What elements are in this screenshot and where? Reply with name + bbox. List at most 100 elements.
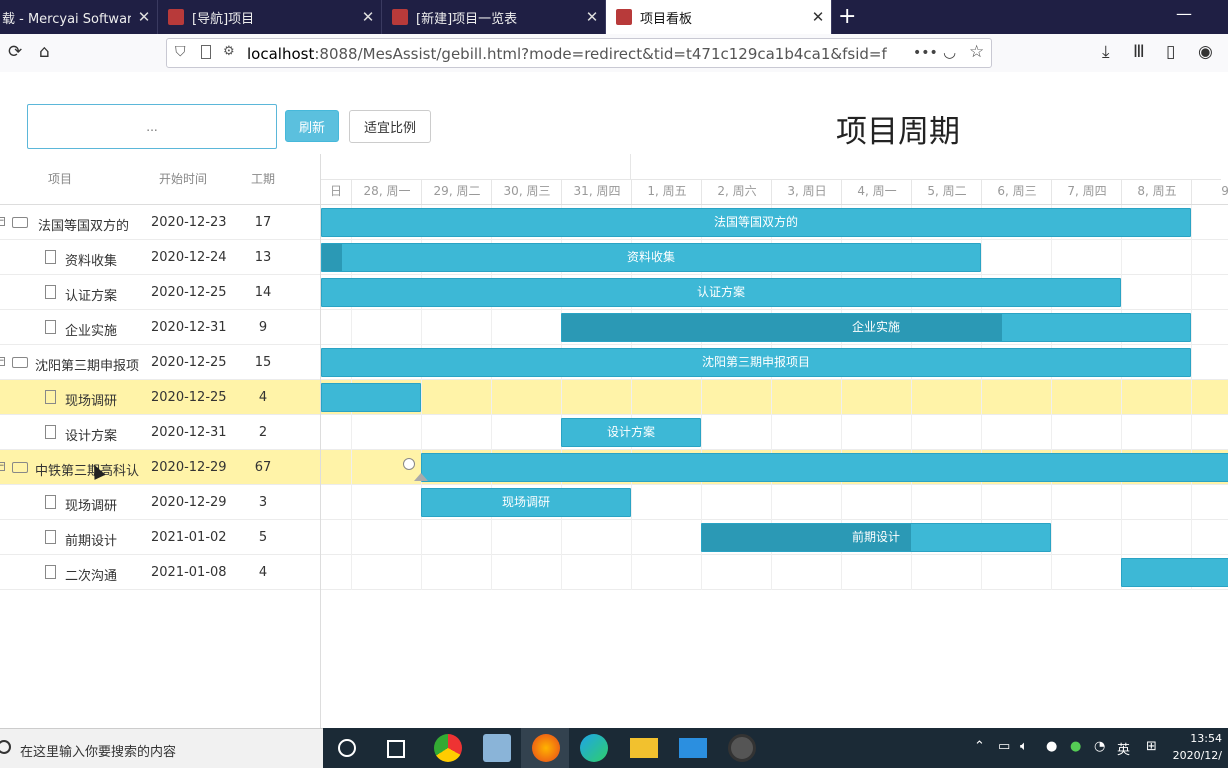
link-drag-handle[interactable]: [403, 458, 415, 470]
file-icon: [45, 425, 56, 439]
ime-indicator[interactable]: 英: [1117, 739, 1130, 758]
permissions-icon[interactable]: ⚙: [223, 44, 235, 59]
file-icon: [45, 495, 56, 509]
volume-icon[interactable]: 🔈︎: [1020, 739, 1028, 754]
ime-mode-icon[interactable]: ⊞: [1146, 739, 1157, 754]
folder-icon: [12, 217, 28, 228]
sidebar-icon[interactable]: ▯: [1166, 42, 1175, 62]
task-progress-fill: [322, 244, 342, 271]
grid-row[interactable]: − 中铁第三期高科认 2020-12-29 67: [0, 450, 320, 485]
grid-row[interactable]: 企业实施 2020-12-31 9: [0, 310, 320, 345]
folder-icon: [12, 357, 28, 368]
fit-scale-button[interactable]: 适宜比例: [349, 110, 431, 143]
grid-row[interactable]: − 沈阳第三期申报项 2020-12-25 15: [0, 345, 320, 380]
library-icon[interactable]: Ⅲ: [1133, 42, 1145, 62]
clock[interactable]: 13:54 2020/12/: [1173, 730, 1222, 764]
browser-tab[interactable]: [新建]项目一览表 ✕: [382, 0, 606, 34]
task-name: 现场调研: [65, 499, 118, 514]
bookmark-star-icon[interactable]: ☆: [969, 42, 984, 62]
app-icon[interactable]: [483, 734, 511, 762]
task-start-date: 2021-01-02: [151, 530, 227, 545]
timescale-cell: 8, 周五: [1121, 179, 1192, 204]
grid-row[interactable]: 二次沟通 2021-01-08 4: [0, 555, 320, 590]
task-bar[interactable]: [1121, 558, 1228, 587]
firefox-logo: [532, 734, 560, 762]
task-bar[interactable]: 企业实施: [561, 313, 1191, 342]
search-icon: [0, 740, 11, 754]
browser-tab-active[interactable]: 项目看板 ✕: [606, 0, 832, 34]
grid-row[interactable]: 现场调研 2020-12-29 3: [0, 485, 320, 520]
chart-row: [321, 415, 1228, 450]
task-bar[interactable]: 设计方案: [561, 418, 701, 447]
explorer-icon[interactable]: [630, 738, 658, 758]
task-start-date: 2020-12-23: [151, 215, 227, 230]
grid-row[interactable]: 设计方案 2020-12-31 2: [0, 415, 320, 450]
browser-tab[interactable]: [导航]项目 ✕: [158, 0, 382, 34]
task-progress-fill: [562, 314, 1002, 341]
clock-time: 13:54: [1190, 732, 1222, 745]
refresh-button[interactable]: 刷新: [285, 110, 339, 142]
battery-icon[interactable]: ▭: [998, 739, 1010, 754]
timescale-cell: 5, 周二: [911, 179, 982, 204]
column-header-duration[interactable]: 工期: [245, 170, 281, 187]
url-text[interactable]: localhost:8088/MesAssist/gebill.html?mod…: [247, 45, 887, 63]
column-header-start[interactable]: 开始时间: [150, 170, 216, 187]
site-icon: [616, 9, 632, 25]
network-icon[interactable]: ◔: [1094, 739, 1105, 754]
task-bar[interactable]: 法国等国双方的: [321, 208, 1191, 237]
collapse-toggle-icon[interactable]: −: [0, 462, 5, 471]
task-bar[interactable]: 沈阳第三期申报项目: [321, 348, 1191, 377]
record-icon[interactable]: [728, 734, 756, 762]
task-start-date: 2020-12-25: [151, 390, 227, 405]
browser-tab[interactable]: 载 - Mercyai Software ✕: [0, 0, 158, 34]
download-icon[interactable]: ⤓: [1102, 42, 1110, 62]
pocket-icon[interactable]: ◡: [943, 43, 956, 61]
task-bar[interactable]: 现场调研: [421, 488, 631, 517]
qq-icon[interactable]: ●: [1046, 739, 1057, 754]
address-bar[interactable]: ⛉ ⚙ localhost:8088/MesAssist/gebill.html…: [166, 38, 992, 68]
grid-row[interactable]: 现场调研 2020-12-25 4: [0, 380, 320, 415]
edge-icon[interactable]: [580, 734, 608, 762]
search-input[interactable]: [27, 104, 277, 149]
progress-drag-handle[interactable]: [414, 473, 428, 481]
home-icon[interactable]: ⌂: [39, 42, 50, 62]
tray-arrow-icon[interactable]: ⌃: [974, 739, 985, 754]
collapse-toggle-icon[interactable]: −: [0, 357, 5, 366]
task-bar[interactable]: 认证方案: [321, 278, 1121, 307]
close-icon[interactable]: ✕: [131, 8, 157, 26]
task-bar[interactable]: [321, 383, 421, 412]
more-actions-icon[interactable]: •••: [913, 45, 938, 61]
grid-row[interactable]: − 法国等国双方的 2020-12-23 17: [0, 205, 320, 240]
mail-icon[interactable]: [679, 738, 707, 758]
column-header-name[interactable]: 项目: [40, 170, 80, 187]
minimize-icon[interactable]: —: [1176, 4, 1192, 23]
collapse-toggle-icon[interactable]: −: [0, 217, 5, 226]
cortana-icon[interactable]: [338, 739, 356, 757]
taskview-icon[interactable]: [387, 740, 405, 758]
chrome-icon[interactable]: [434, 734, 462, 762]
new-tab-button[interactable]: +: [838, 4, 856, 29]
taskbar-search-box[interactable]: 在这里输入你要搜索的内容: [0, 728, 323, 768]
close-icon[interactable]: ✕: [355, 8, 381, 26]
grid-header: 项目 开始时间 工期: [0, 154, 320, 205]
grid-row[interactable]: 前期设计 2021-01-02 5: [0, 520, 320, 555]
task-name: 中铁第三期高科认: [35, 464, 140, 479]
task-bar[interactable]: 资料收集: [321, 243, 981, 272]
file-icon: [45, 250, 56, 264]
close-icon[interactable]: ✕: [805, 8, 831, 26]
task-bar-label: 设计方案: [606, 425, 655, 439]
task-bar[interactable]: 前期设计: [701, 523, 1051, 552]
task-bar[interactable]: [421, 453, 1228, 482]
task-start-date: 2021-01-08: [151, 565, 227, 580]
grid-row[interactable]: 资料收集 2020-12-24 13: [0, 240, 320, 275]
timescale-cell: 28, 周一: [351, 179, 422, 204]
close-icon[interactable]: ✕: [579, 8, 605, 26]
timescale-cell: 29, 周二: [421, 179, 492, 204]
timescale-day-row: 日 28, 周一 29, 周二 30, 周三 31, 周四 1, 周五 2, 周六 3, 周日…: [321, 179, 1228, 205]
task-start-date: 2020-12-31: [151, 425, 227, 440]
account-icon[interactable]: ◉: [1198, 42, 1213, 62]
task-duration: 14: [254, 285, 272, 300]
reload-icon[interactable]: ⟳: [8, 42, 22, 62]
wechat-icon[interactable]: ●: [1070, 739, 1081, 754]
grid-row[interactable]: 认证方案 2020-12-25 14: [0, 275, 320, 310]
